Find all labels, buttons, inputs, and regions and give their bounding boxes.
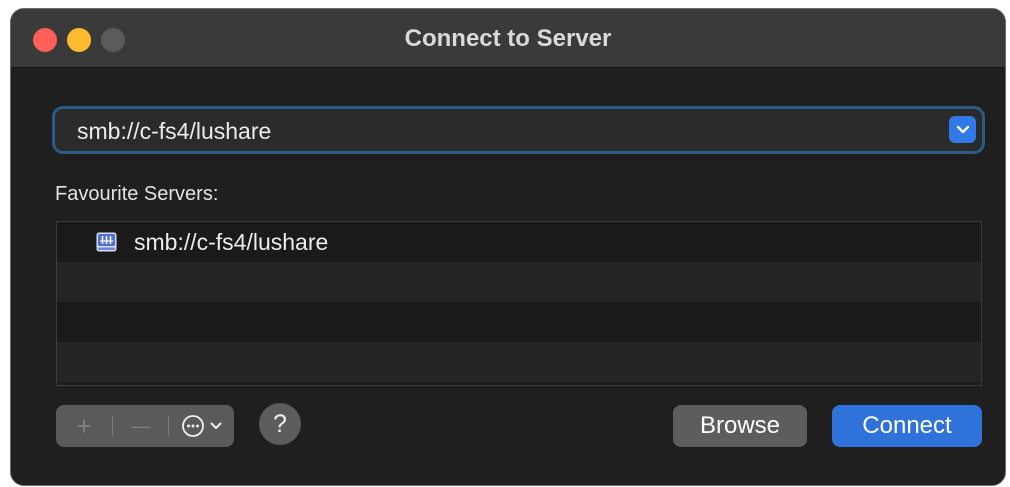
- server-address-input[interactable]: smb://c-fs4/lushare: [77, 118, 271, 145]
- favourites-edit-control: + —: [56, 405, 234, 447]
- connect-to-server-window: Connect to Server smb://c-fs4/lushare Fa…: [10, 8, 1006, 486]
- list-item[interactable]: smb://c-fs4/lushare: [57, 222, 981, 262]
- favourite-servers-label: Favourite Servers:: [55, 183, 219, 205]
- remove-favourite-button[interactable]: —: [113, 405, 168, 447]
- list-item-label: smb://c-fs4/lushare: [134, 229, 329, 255]
- empty-row: [57, 262, 981, 302]
- server-address-combobox[interactable]: smb://c-fs4/lushare: [52, 106, 985, 154]
- empty-row: [57, 302, 981, 342]
- chevron-down-icon: [210, 422, 222, 429]
- address-history-dropdown-button[interactable]: [949, 116, 976, 143]
- help-button[interactable]: ?: [259, 403, 301, 445]
- question-mark-icon: ?: [273, 409, 287, 438]
- network-server-icon: [96, 232, 117, 252]
- browse-button[interactable]: Browse: [673, 405, 807, 447]
- minus-icon: —: [131, 415, 150, 436]
- more-options-button[interactable]: [169, 405, 234, 447]
- plus-icon: +: [76, 410, 92, 441]
- empty-row: [57, 342, 981, 382]
- favourite-servers-list: smb://c-fs4/lushare: [56, 221, 982, 386]
- add-favourite-button[interactable]: +: [56, 405, 112, 447]
- ellipsis-circle-icon: [182, 415, 204, 437]
- connect-button[interactable]: Connect: [832, 405, 982, 447]
- window-title: Connect to Server: [404, 25, 612, 52]
- title-bar: Connect to Server: [11, 9, 1005, 68]
- chevron-down-icon: [956, 125, 969, 133]
